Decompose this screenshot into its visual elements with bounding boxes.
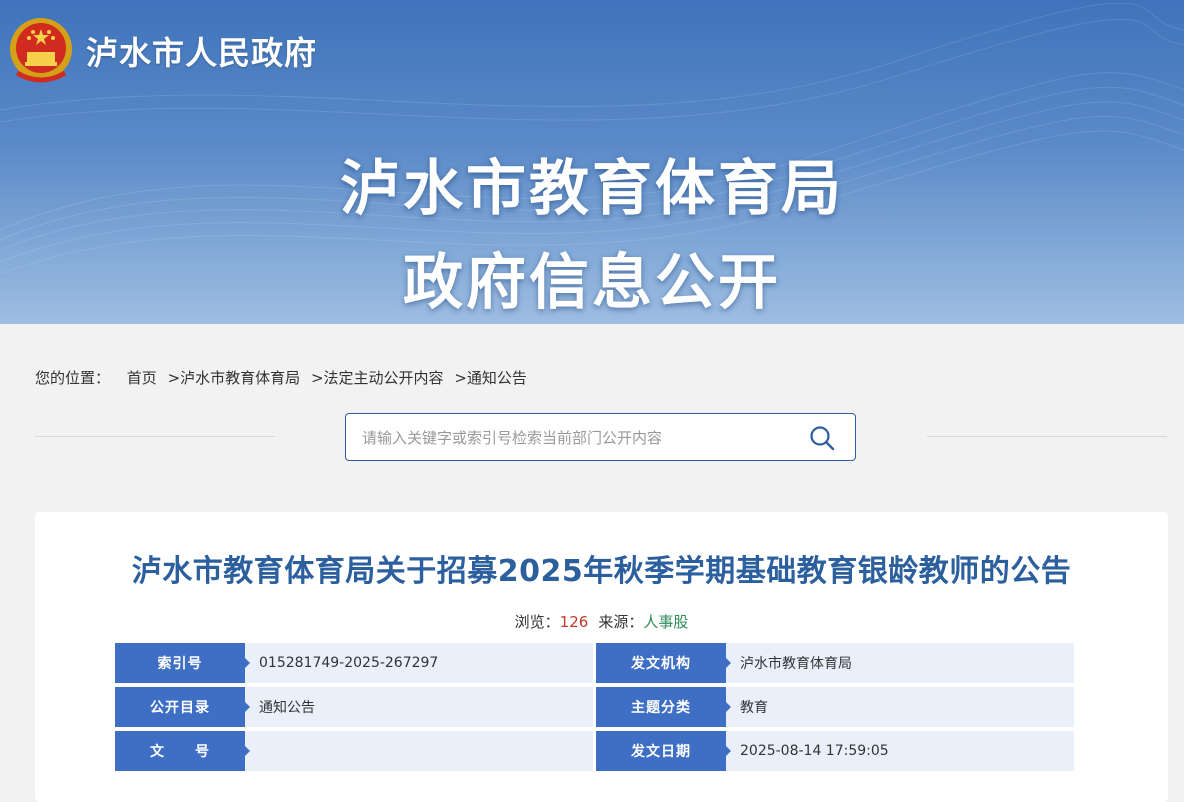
info-value-index: 015281749-2025-267297 xyxy=(245,643,593,683)
info-value-doc-number xyxy=(245,731,593,771)
info-value-topic: 教育 xyxy=(726,687,1074,727)
article-card: 泸水市教育体育局关于招募2025年秋季学期基础教育银龄教师的公告 浏览：126 来… xyxy=(35,512,1168,802)
info-row: 文 号 发文日期 2025-08-14 17:59:05 xyxy=(115,731,1074,771)
source-value: 人事股 xyxy=(643,613,689,631)
search-icon[interactable] xyxy=(809,425,835,451)
info-row: 公开目录 通知公告 主题分类 教育 xyxy=(115,687,1074,727)
divider-left xyxy=(35,436,275,437)
info-cell-date: 发文日期 2025-08-14 17:59:05 xyxy=(596,731,1074,771)
national-emblem-icon[interactable] xyxy=(7,15,75,85)
info-label-index: 索引号 xyxy=(115,643,250,683)
header-banner: 泸水市人民政府 泸水市教育体育局 政府信息公开 xyxy=(0,0,1184,324)
breadcrumb-home[interactable]: 首页 xyxy=(127,369,157,387)
breadcrumb-prefix: 您的位置： xyxy=(35,369,111,387)
article-meta: 浏览：126 来源：人事股 xyxy=(35,611,1168,632)
views-label: 浏览： xyxy=(514,613,560,631)
info-label-date: 发文日期 xyxy=(596,731,731,771)
info-cell-doc-number: 文 号 xyxy=(115,731,593,771)
search-box xyxy=(345,413,856,461)
breadcrumb-current[interactable]: >通知公告 xyxy=(454,369,527,387)
article-title: 泸水市教育体育局关于招募2025年秋季学期基础教育银龄教师的公告 xyxy=(131,554,1072,589)
info-value-date: 2025-08-14 17:59:05 xyxy=(726,731,1074,771)
banner-department-title: 泸水市教育体育局 xyxy=(340,154,844,224)
info-cell-topic: 主题分类 教育 xyxy=(596,687,1074,727)
info-cell-catalog: 公开目录 通知公告 xyxy=(115,687,593,727)
divider-right xyxy=(927,436,1167,437)
site-name[interactable]: 泸水市人民政府 xyxy=(86,28,317,74)
info-value-issuer: 泸水市教育体育局 xyxy=(726,643,1074,683)
info-value-catalog: 通知公告 xyxy=(245,687,593,727)
info-row: 索引号 015281749-2025-267297 发文机构 泸水市教育体育局 xyxy=(115,643,1074,683)
info-label-doc-number: 文 号 xyxy=(115,731,250,771)
banner-section-title: 政府信息公开 xyxy=(403,248,781,318)
views-count: 126 xyxy=(559,613,589,631)
source-label: 来源： xyxy=(598,613,644,631)
info-cell-index: 索引号 015281749-2025-267297 xyxy=(115,643,593,683)
breadcrumb: 您的位置： 首页 >泸水市教育体育局 >法定主动公开内容 >通知公告 xyxy=(35,367,533,388)
info-label-catalog: 公开目录 xyxy=(115,687,250,727)
breadcrumb-department[interactable]: >泸水市教育体育局 xyxy=(168,369,301,387)
breadcrumb-category[interactable]: >法定主动公开内容 xyxy=(311,369,444,387)
info-cell-issuer: 发文机构 泸水市教育体育局 xyxy=(596,643,1074,683)
info-label-issuer: 发文机构 xyxy=(596,643,731,683)
info-label-topic: 主题分类 xyxy=(596,687,731,727)
search-input[interactable] xyxy=(360,425,794,451)
